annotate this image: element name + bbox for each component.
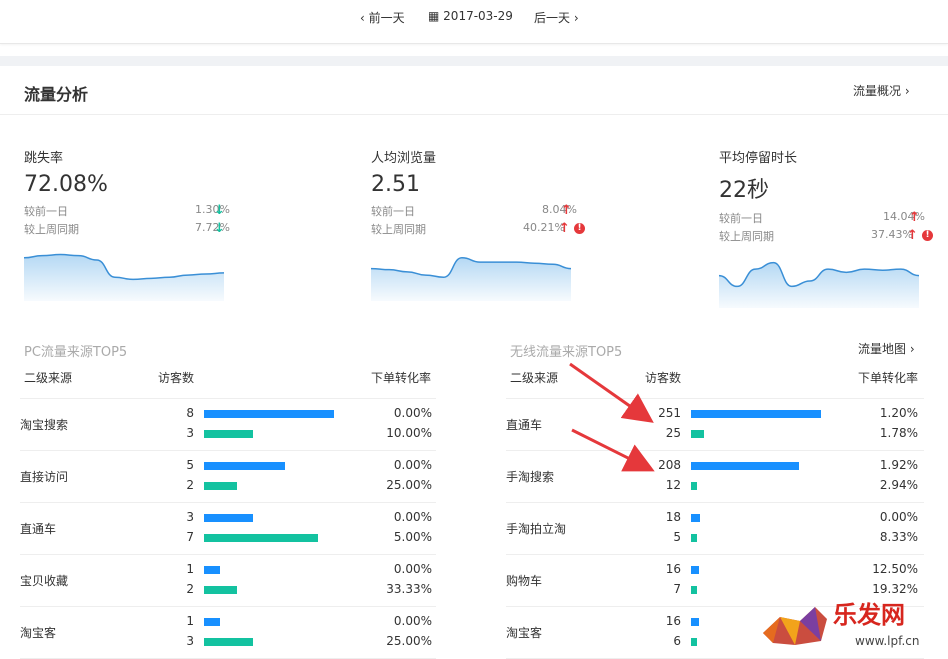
svg-text:乐发网: 乐发网 [833, 600, 905, 629]
annotation-arrow [571, 428, 655, 472]
annotation-arrow [569, 362, 654, 423]
svg-text:www.lpf.cn: www.lpf.cn [855, 634, 919, 648]
site-watermark-logo: 乐发网 www.lpf.cn [755, 593, 945, 653]
annotation-arrows [569, 362, 655, 472]
